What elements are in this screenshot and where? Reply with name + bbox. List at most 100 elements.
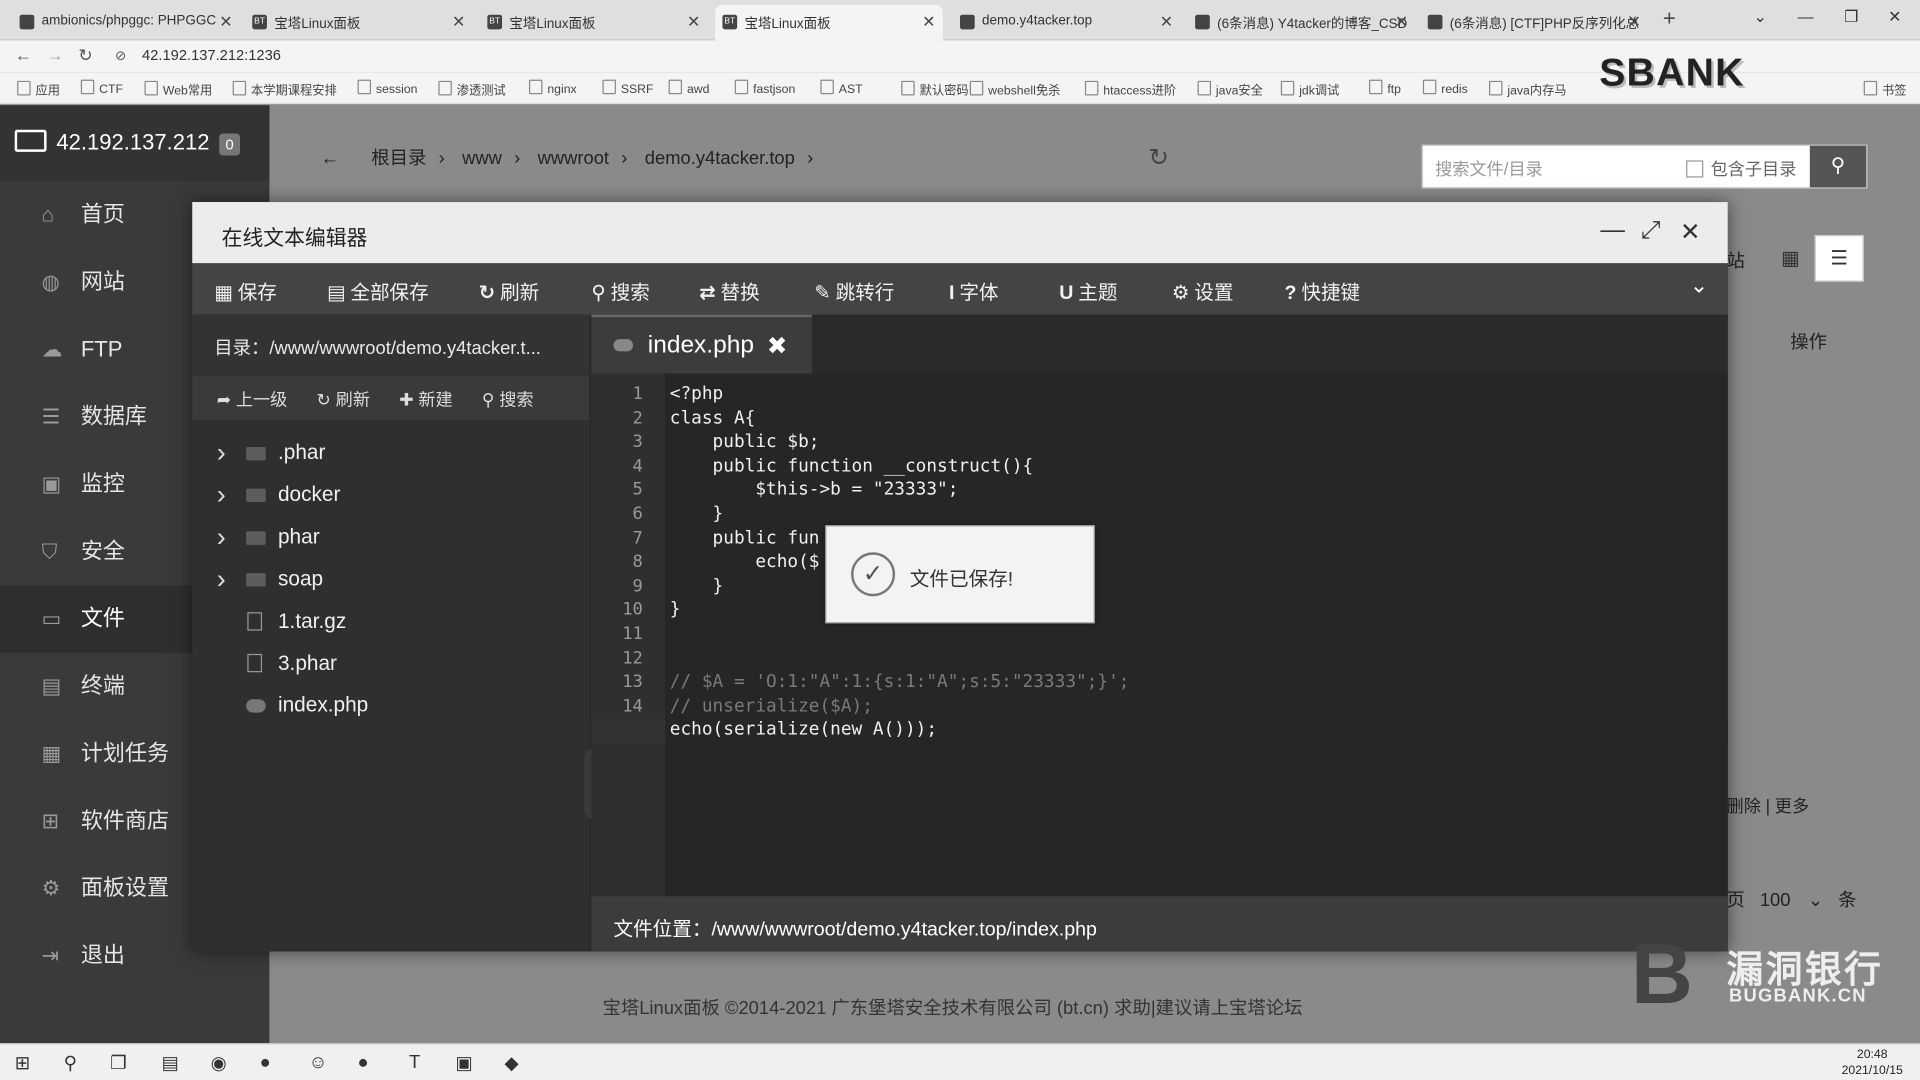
toolbar-save-button[interactable]: ▦ 保存 bbox=[214, 276, 277, 305]
site-info-icon[interactable]: ⊘ bbox=[115, 48, 126, 64]
browser-tab[interactable]: (6条消息) Y4tacker的博客_CSD ✕ bbox=[1188, 5, 1416, 41]
row-actions[interactable]: 删除 | 更多 bbox=[1727, 793, 1810, 817]
tree-item[interactable]: 3.phar bbox=[192, 643, 589, 685]
reload-icon[interactable]: ↻ bbox=[78, 45, 92, 66]
close-tab-icon[interactable]: ✕ bbox=[1627, 12, 1640, 32]
close-tab-icon[interactable]: ✕ bbox=[1395, 12, 1408, 32]
page-size-select[interactable]: 100 bbox=[1760, 890, 1791, 911]
browser-tab[interactable]: (6条消息) [CTF]PHP反序列化总 ✕ bbox=[1420, 5, 1648, 41]
phpstorm-icon[interactable]: ▣ bbox=[456, 1052, 473, 1074]
back-arrow-icon[interactable]: ← bbox=[321, 148, 339, 169]
bookmark-item[interactable]: SSRF bbox=[602, 80, 654, 96]
browser-tab[interactable]: BT 宝塔Linux面板 ✕ bbox=[245, 5, 473, 41]
close-tab-icon[interactable]: ✕ bbox=[687, 12, 700, 32]
bookmark-item[interactable]: java内存马 bbox=[1489, 80, 1566, 97]
back-icon[interactable]: ← bbox=[15, 45, 32, 65]
close-tab-icon[interactable]: ✕ bbox=[922, 12, 935, 32]
wechat-icon[interactable]: ☺ bbox=[309, 1052, 328, 1073]
tree-item[interactable]: › docker bbox=[192, 474, 589, 516]
crumb-root[interactable]: 根目录 bbox=[371, 148, 426, 169]
up-level-button[interactable]: ➦ 上一级 bbox=[217, 389, 288, 409]
close-icon[interactable]: ✕ bbox=[1680, 217, 1701, 248]
forward-icon[interactable]: → bbox=[47, 45, 64, 65]
tree-refresh-button[interactable]: ↻ 刷新 bbox=[317, 389, 370, 409]
chevron-down-icon[interactable]: ⌄ bbox=[1808, 890, 1823, 911]
toolbar-search-button[interactable]: ⚲ 搜索 bbox=[591, 276, 649, 305]
crumb-www[interactable]: www bbox=[462, 148, 502, 169]
toolbar-save-all-button[interactable]: ▤ 全部保存 bbox=[327, 276, 429, 305]
minimize-icon[interactable]: — bbox=[1600, 217, 1624, 245]
tree-item[interactable]: › phar bbox=[192, 516, 589, 558]
toolbar-refresh-button[interactable]: ↻ 刷新 bbox=[479, 276, 540, 305]
bookmark-item[interactable]: CTF bbox=[81, 80, 123, 96]
new-file-button[interactable]: ✚ 新建 bbox=[399, 389, 452, 409]
file-explorer-icon[interactable]: ▤ bbox=[162, 1052, 179, 1074]
maximize-icon[interactable]: ⤢ bbox=[1641, 217, 1661, 245]
tab-search-icon[interactable]: ⌄ bbox=[1753, 7, 1766, 27]
toolbar-pin-button[interactable]: ✎ 跳转行 bbox=[814, 276, 894, 305]
minimize-icon[interactable]: — bbox=[1798, 7, 1814, 25]
task-view-icon[interactable]: ❐ bbox=[110, 1052, 126, 1074]
code-area[interactable]: <?php class A{ public $b; public function… bbox=[664, 373, 1728, 897]
tree-item[interactable]: 1.tar.gz bbox=[192, 601, 589, 643]
file-search-input[interactable]: 搜索文件/目录 bbox=[1435, 157, 1543, 181]
toolbar-magnet-button[interactable]: U 主题 bbox=[1059, 276, 1117, 305]
app-icon[interactable]: ● bbox=[260, 1052, 271, 1073]
new-tab-button[interactable]: + bbox=[1663, 6, 1676, 32]
refresh-icon[interactable]: ↻ bbox=[1149, 142, 1170, 173]
restore-icon[interactable]: ❐ bbox=[1844, 7, 1858, 27]
bookmark-item[interactable]: nginx bbox=[529, 80, 576, 96]
bookmark-item[interactable]: 渗透测试 bbox=[438, 80, 506, 97]
search-icon[interactable]: ⚲ bbox=[1809, 145, 1867, 188]
bookmark-item[interactable]: ftp bbox=[1369, 80, 1401, 96]
list-view-icon[interactable]: ☰ bbox=[1814, 235, 1864, 282]
chevron-right-icon[interactable]: › bbox=[217, 432, 226, 474]
tree-item[interactable]: › .phar bbox=[192, 432, 589, 474]
chevron-right-icon[interactable]: › bbox=[217, 474, 226, 516]
tab-index-php[interactable]: index.php ✖ bbox=[591, 314, 812, 374]
toolbar-gear-button[interactable]: ⚙ 设置 bbox=[1172, 276, 1234, 305]
bookmark-item[interactable]: 默认密码 bbox=[901, 80, 969, 97]
browser-tab[interactable]: BT 宝塔Linux面板 ✕ bbox=[715, 4, 943, 41]
chevron-right-icon[interactable]: › bbox=[217, 516, 226, 558]
close-tab-icon[interactable]: ✕ bbox=[452, 12, 465, 32]
bookmark-item[interactable]: java安全 bbox=[1198, 80, 1263, 97]
browser-tab[interactable]: demo.y4tacker.top ✕ bbox=[953, 5, 1181, 41]
bookmark-item[interactable]: htaccess进阶 bbox=[1085, 80, 1176, 97]
toolbar-replace-button[interactable]: ⇄ 替换 bbox=[699, 276, 760, 305]
bookmark-item[interactable]: webshell免杀 bbox=[970, 80, 1060, 97]
close-tab-icon[interactable]: ✕ bbox=[1160, 12, 1173, 32]
tree-search-button[interactable]: ⚲ 搜索 bbox=[482, 389, 534, 409]
bookmark-item[interactable]: redis bbox=[1423, 80, 1468, 96]
browser-tab[interactable]: BT 宝塔Linux面板 ✕ bbox=[480, 5, 708, 41]
bookmark-item[interactable]: AST bbox=[820, 80, 863, 96]
search-icon[interactable]: ⚲ bbox=[64, 1052, 77, 1074]
bookmark-item[interactable]: 应用 bbox=[17, 80, 60, 97]
tree-item[interactable]: › soap bbox=[192, 559, 589, 601]
close-tab-icon[interactable]: ✖ bbox=[767, 331, 788, 362]
bookmark-item[interactable]: awd bbox=[669, 80, 709, 96]
toolbar-help-button[interactable]: ? 快捷键 bbox=[1285, 276, 1361, 305]
github-icon[interactable]: ● bbox=[358, 1052, 369, 1073]
crumb-wwwroot[interactable]: wwwroot bbox=[538, 148, 609, 169]
bookmark-item[interactable]: Web常用 bbox=[144, 80, 212, 97]
typora-icon[interactable]: T bbox=[409, 1052, 420, 1073]
toolbar-font-button[interactable]: I 字体 bbox=[949, 276, 999, 305]
bookmark-item[interactable]: session bbox=[358, 80, 418, 96]
browser-icon[interactable]: ◉ bbox=[211, 1052, 227, 1074]
url-field[interactable]: 42.192.137.212:1236 bbox=[142, 47, 281, 64]
grid-view-icon[interactable]: ▦ bbox=[1766, 236, 1815, 283]
bookmark-item[interactable]: 书签 bbox=[1864, 80, 1906, 97]
vscode-icon[interactable]: ◆ bbox=[504, 1052, 518, 1074]
close-tab-icon[interactable]: ✕ bbox=[219, 12, 232, 32]
windows-start-icon[interactable]: ⊞ bbox=[15, 1052, 30, 1074]
close-window-icon[interactable]: ✕ bbox=[1888, 7, 1901, 27]
message-badge[interactable]: 0 bbox=[219, 133, 240, 156]
include-subdir-checkbox[interactable]: 包含子目录 bbox=[1686, 157, 1796, 181]
bookmark-item[interactable]: fastjson bbox=[735, 80, 795, 96]
bookmark-item[interactable]: jdk调试 bbox=[1281, 80, 1339, 97]
tree-item[interactable]: index.php bbox=[192, 685, 589, 727]
chevron-right-icon[interactable]: › bbox=[217, 559, 226, 601]
crumb-site[interactable]: demo.y4tacker.top bbox=[645, 148, 795, 169]
chevron-down-icon[interactable]: ⌄ bbox=[1690, 273, 1708, 299]
